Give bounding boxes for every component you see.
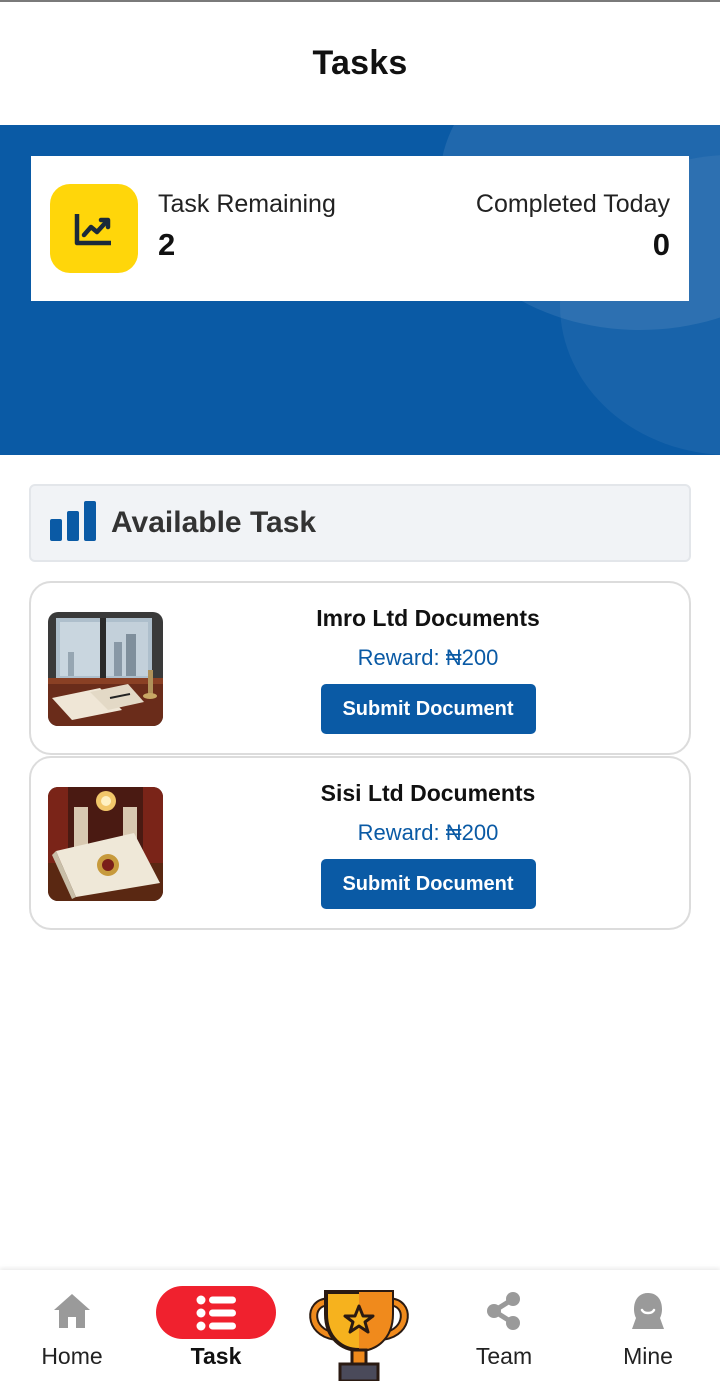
completed-today-value: 0 bbox=[652, 227, 670, 262]
trending-chart-icon bbox=[50, 184, 138, 273]
task-stats-card: Task Remaining 2 Completed Today 0 bbox=[31, 156, 689, 301]
nav-label-task: Task bbox=[190, 1343, 242, 1369]
task-info: Sisi Ltd Documents Reward: ₦200 Submit D… bbox=[281, 778, 575, 909]
completed-today-stat: Completed Today 0 bbox=[476, 190, 670, 262]
nav-item-team[interactable]: Team bbox=[432, 1270, 576, 1381]
task-title: Sisi Ltd Documents bbox=[320, 780, 536, 806]
nav-item-task[interactable]: Task bbox=[144, 1270, 288, 1381]
section-title: Available Task bbox=[111, 506, 317, 539]
submit-document-button[interactable]: Submit Document bbox=[320, 684, 536, 734]
home-icon bbox=[53, 1292, 91, 1335]
task-card: Imro Ltd Documents Reward: ₦200 Submit D… bbox=[29, 581, 691, 755]
bottom-navigation: Home Task Team Mine bbox=[0, 1270, 720, 1381]
user-icon bbox=[630, 1292, 666, 1335]
task-remaining-stat: Task Remaining 2 bbox=[158, 190, 336, 262]
nav-label-home: Home bbox=[41, 1343, 103, 1369]
bar-chart-icon bbox=[49, 500, 97, 546]
share-icon bbox=[486, 1292, 522, 1335]
embossed-certificate-photo bbox=[48, 787, 163, 901]
nav-item-home[interactable]: Home bbox=[0, 1270, 144, 1381]
task-title: Imro Ltd Documents bbox=[316, 605, 540, 631]
task-info: Imro Ltd Documents Reward: ₦200 Submit D… bbox=[281, 603, 575, 734]
nav-label-mine: Mine bbox=[623, 1343, 673, 1369]
nav-label-team: Team bbox=[475, 1343, 533, 1369]
task-remaining-value: 2 bbox=[158, 227, 176, 262]
task-card: Sisi Ltd Documents Reward: ₦200 Submit D… bbox=[29, 756, 691, 930]
task-reward: Reward: ₦200 bbox=[357, 645, 499, 670]
task-remaining-label: Task Remaining bbox=[158, 190, 336, 218]
page-title: Tasks bbox=[312, 44, 408, 82]
page-header: Tasks bbox=[0, 2, 720, 125]
submit-document-button[interactable]: Submit Document bbox=[320, 859, 536, 909]
task-reward: Reward: ₦200 bbox=[357, 820, 499, 845]
available-task-header: Available Task bbox=[29, 484, 691, 562]
completed-today-label: Completed Today bbox=[475, 190, 670, 218]
nav-item-mine[interactable]: Mine bbox=[576, 1270, 720, 1381]
office-desk-documents-photo bbox=[48, 612, 163, 726]
trophy-icon[interactable] bbox=[306, 1288, 412, 1381]
